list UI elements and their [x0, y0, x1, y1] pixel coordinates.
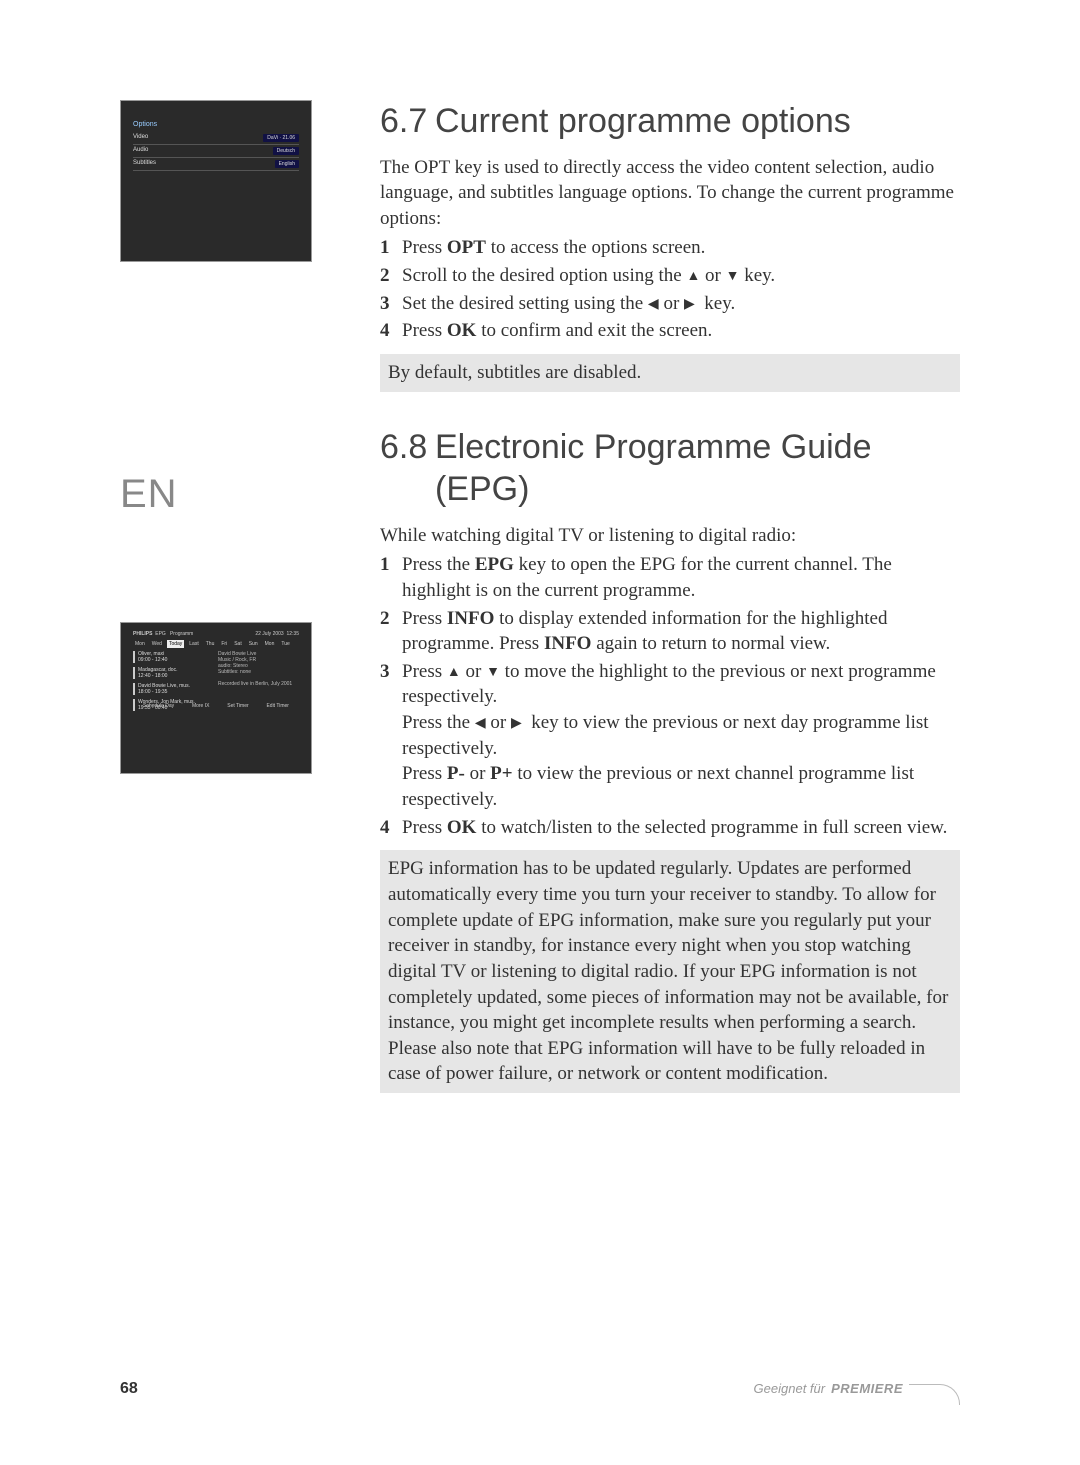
ss1-title: Options [133, 121, 299, 128]
step-text: Press OK to confirm and exit the screen. [402, 318, 960, 344]
section-6-7-note: By default, subtitles are disabled. [380, 354, 960, 392]
premiere-badge: Geeignet für PREMIERE [754, 1378, 960, 1399]
step-text: Press INFO to display extended informati… [402, 606, 960, 657]
ss1-row: SubtitlesEnglish [133, 158, 299, 171]
manual-page: Options VideoDaVi · 21.06 AudioDeutsch S… [0, 0, 1080, 1465]
step-text: Press OPT to access the options screen. [402, 235, 960, 261]
section-6-7-steps: 1Press OPT to access the options screen.… [380, 235, 960, 344]
section-6-7-intro: The OPT key is used to directly access t… [380, 155, 960, 232]
step-text: Press OK to watch/listen to the selected… [402, 815, 960, 841]
ss1-row: AudioDeutsch [133, 145, 299, 158]
step-text: Press or to move the highlight to the pr… [402, 659, 960, 813]
step-text: Set the desired setting using the or key… [402, 291, 960, 317]
page-number: 68 [120, 1380, 138, 1398]
section-6-8-heading: 6.8 Electronic Programme Guide (EPG) [380, 426, 960, 511]
ss2-tabs: Mon Wed Today Last Thu Fri Sat Sun Mon T… [133, 640, 299, 648]
section-6-8-steps: 1Press the EPG key to open the EPG for t… [380, 552, 960, 840]
arc-icon [909, 1384, 960, 1405]
ss1-row: VideoDaVi · 21.06 [133, 132, 299, 145]
screenshot-epg: PHILIPS EPG Programm 22 July 2003 12:35 … [120, 622, 312, 774]
step-text: Scroll to the desired option using the o… [402, 263, 960, 289]
language-badge: EN [120, 472, 350, 517]
page-footer: 68 Geeignet für PREMIERE [120, 1378, 960, 1399]
left-column: Options VideoDaVi · 21.06 AudioDeutsch S… [120, 100, 350, 774]
screenshot-options: Options VideoDaVi · 21.06 AudioDeutsch S… [120, 100, 312, 262]
main-content: 6.7 Current programme options The OPT ke… [380, 100, 960, 1093]
section-6-8-intro: While watching digital TV or listening t… [380, 523, 960, 549]
step-text: Press the EPG key to open the EPG for th… [402, 552, 960, 603]
section-6-8-note: EPG information has to be updated regula… [380, 850, 960, 1093]
section-6-7-heading: 6.7 Current programme options [380, 100, 960, 143]
